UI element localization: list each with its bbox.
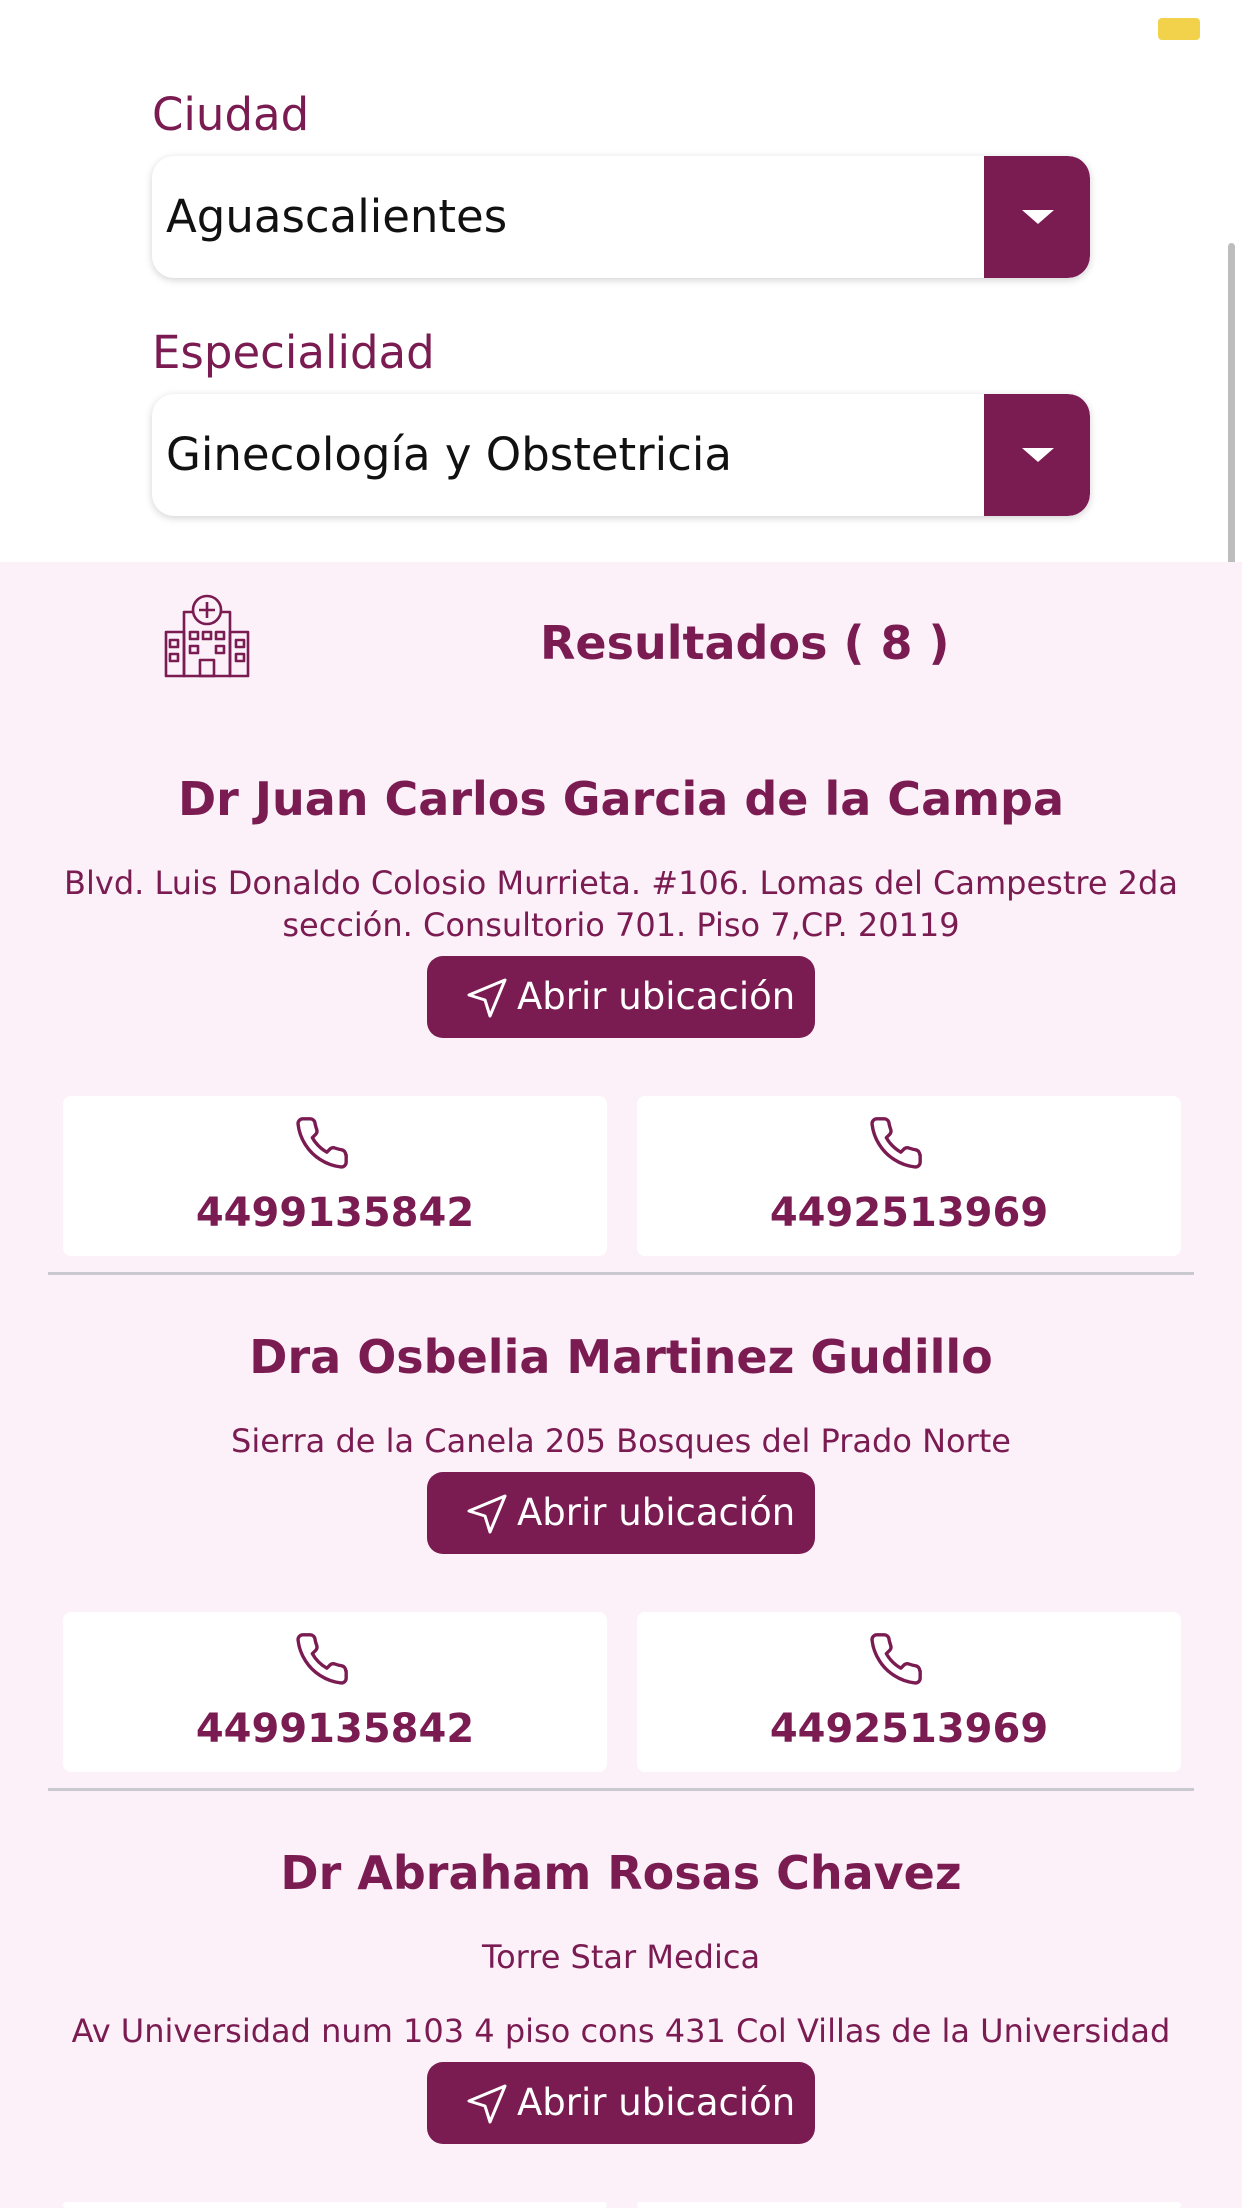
specialty-label: Especialidad (152, 326, 435, 379)
specialty-select[interactable]: Ginecología y Obstetricia (152, 394, 1090, 516)
phone-button[interactable]: 4499135842 (63, 1096, 607, 1256)
doctor-name: Dr Abraham Rosas Chavez (280, 1846, 962, 1900)
specialty-select-value: Ginecología y Obstetricia (166, 428, 732, 481)
phone-number: 4492513969 (769, 1706, 1049, 1752)
open-location-button[interactable]: Abrir ubicación (427, 2062, 815, 2144)
phone-number: 4499135842 (195, 1706, 475, 1752)
phone-button[interactable] (63, 2202, 607, 2208)
navigation-arrow-icon (467, 2084, 507, 2124)
city-select[interactable]: Aguascalientes (152, 156, 1090, 278)
results-title: Resultados ( 8 ) (540, 616, 950, 670)
open-location-label: Abrir ubicación (517, 2081, 796, 2124)
phone-number: 4499135842 (195, 1190, 475, 1236)
phone-icon (296, 1633, 348, 1685)
phone-button[interactable]: 4499135842 (63, 1612, 607, 1772)
phone-button[interactable]: 4492513969 (637, 1096, 1181, 1256)
doctor-address: Av Universidad num 103 4 piso cons 431 C… (71, 2012, 1171, 2050)
chevron-down-icon (1022, 210, 1054, 224)
specialty-dropdown-button[interactable] (984, 394, 1090, 516)
open-location-button[interactable]: Abrir ubicación (427, 1472, 815, 1554)
phone-button[interactable]: 4492513969 (637, 1612, 1181, 1772)
navigation-arrow-icon (467, 1494, 507, 1534)
hospital-icon (164, 594, 250, 678)
divider (48, 1788, 1194, 1791)
city-select-value: Aguascalientes (166, 190, 508, 243)
divider (48, 1272, 1194, 1275)
phone-icon (870, 1633, 922, 1685)
chevron-down-icon (1022, 448, 1054, 462)
open-location-label: Abrir ubicación (517, 1491, 796, 1534)
open-location-button[interactable]: Abrir ubicación (427, 956, 815, 1038)
doctor-address: Blvd. Luis Donaldo Colosio Murrieta. #10… (64, 864, 1178, 902)
doctor-name: Dr Juan Carlos Garcia de la Campa (177, 772, 1065, 826)
doctor-place: Torre Star Medica (481, 1938, 761, 1976)
phone-icon (296, 1117, 348, 1169)
city-dropdown-button[interactable] (984, 156, 1090, 278)
phone-icon (870, 1117, 922, 1169)
doctor-name: Dra Osbelia Martinez Gudillo (249, 1330, 993, 1384)
city-label: Ciudad (152, 88, 310, 141)
open-location-label: Abrir ubicación (517, 975, 796, 1018)
status-indicator (1158, 18, 1200, 40)
doctor-address: Sierra de la Canela 205 Bosques del Prad… (231, 1422, 1011, 1460)
results-section: Resultados ( 8 ) Dr Juan Carlos Garcia d… (0, 562, 1242, 2208)
doctor-address: sección. Consultorio 701. Piso 7,CP. 201… (282, 906, 960, 944)
phone-button[interactable] (637, 2202, 1181, 2208)
navigation-arrow-icon (467, 978, 507, 1018)
phone-number: 4492513969 (769, 1190, 1049, 1236)
